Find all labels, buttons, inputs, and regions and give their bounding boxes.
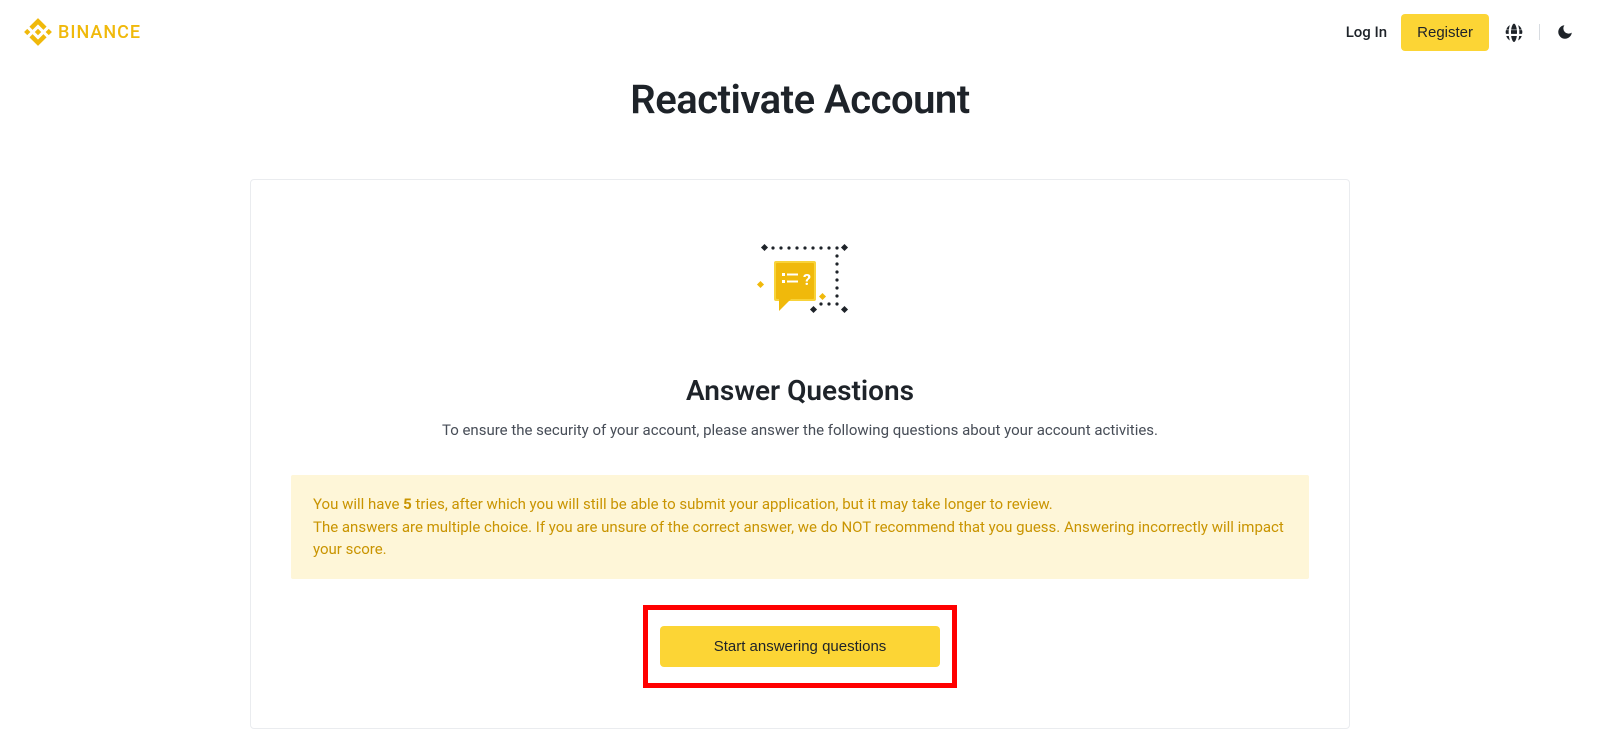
- language-icon[interactable]: [1503, 21, 1525, 43]
- warning-line1-post: tries, after which you will still be abl…: [412, 495, 1053, 513]
- card-heading: Answer Questions: [291, 374, 1309, 407]
- card-description: To ensure the security of your account, …: [291, 421, 1309, 439]
- main-card: ? Answer Questions To ensure the securit…: [250, 179, 1350, 729]
- warning-box: You will have 5 tries, after which you w…: [291, 475, 1309, 579]
- register-button[interactable]: Register: [1401, 14, 1489, 51]
- brand-name: BINANCE: [58, 22, 141, 43]
- highlight-box: Start answering questions: [643, 605, 957, 688]
- page-title: Reactivate Account: [0, 76, 1600, 123]
- login-link[interactable]: Log In: [1346, 23, 1387, 41]
- warning-line1-pre: You will have: [313, 495, 403, 513]
- start-answering-button[interactable]: Start answering questions: [660, 626, 940, 667]
- brand-logo[interactable]: BINANCE: [24, 18, 141, 46]
- warning-tries-count: 5: [403, 495, 412, 513]
- warning-line2: The answers are multiple choice. If you …: [313, 518, 1284, 559]
- binance-logo-icon: [24, 18, 52, 46]
- theme-toggle-icon[interactable]: [1554, 21, 1576, 43]
- svg-text:?: ?: [803, 270, 811, 289]
- questions-illustration-icon: ?: [745, 236, 855, 336]
- header: BINANCE Log In Register: [0, 0, 1600, 64]
- divider: [1539, 24, 1540, 40]
- header-actions: Log In Register: [1346, 14, 1576, 51]
